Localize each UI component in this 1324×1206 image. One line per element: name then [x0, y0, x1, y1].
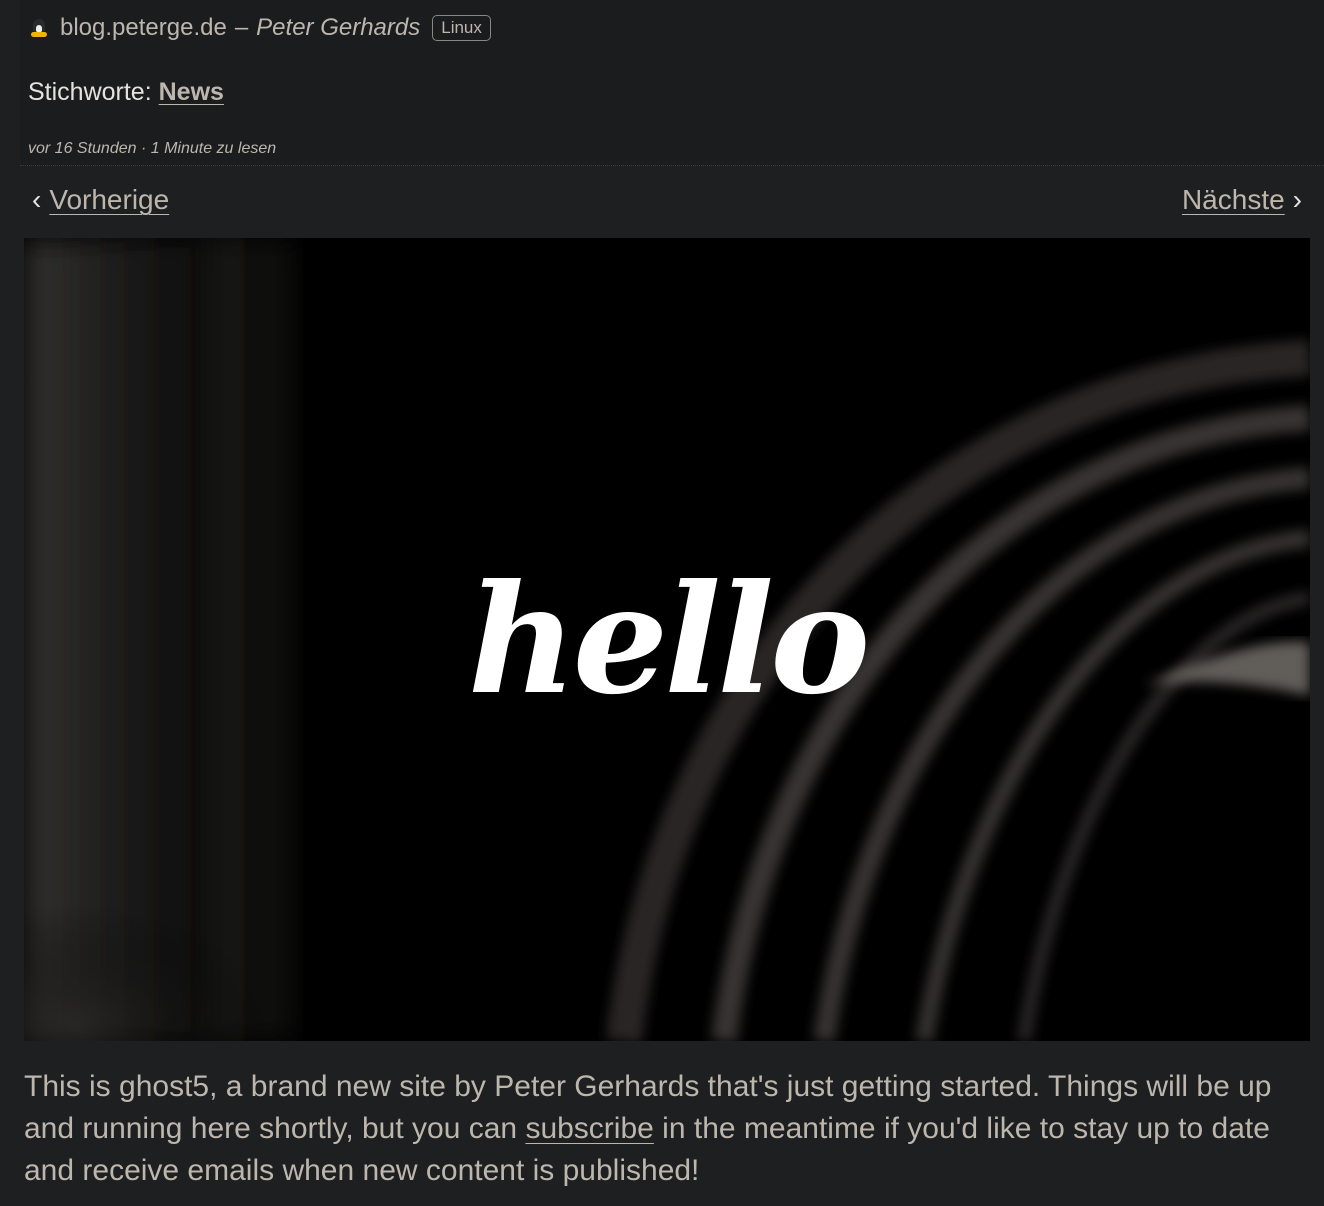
next-post-link[interactable]: Nächste: [1182, 184, 1285, 215]
tags-label: Stichworte:: [28, 78, 152, 106]
post-meta: vor 16 Stunden · 1 Minute zu lesen: [28, 140, 277, 157]
previous-post-nav: ‹ Vorherige: [24, 184, 169, 216]
page: blog.peterge.de – Peter Gerhards Linux S…: [0, 0, 1324, 1206]
article-body: This is ghost5, a brand new site by Pete…: [24, 1066, 1310, 1192]
tags-line: Stichworte: News: [28, 78, 224, 107]
tag-link-news[interactable]: News: [159, 78, 224, 106]
hero-hello-text: hello: [467, 551, 871, 728]
feed-item-header: blog.peterge.de – Peter Gerhards Linux S…: [20, 0, 1324, 166]
subscribe-link[interactable]: subscribe: [525, 1112, 653, 1145]
post-navigation: ‹ Vorherige Nächste ›: [24, 180, 1310, 220]
category-badge[interactable]: Linux: [432, 15, 491, 41]
separator: –: [234, 14, 249, 41]
hero-image: hello: [24, 238, 1310, 1041]
tux-penguin-icon: [30, 17, 48, 39]
previous-post-link[interactable]: Vorherige: [49, 184, 169, 215]
site-name[interactable]: blog.peterge.de: [60, 14, 227, 42]
next-post-nav: Nächste ›: [1182, 184, 1310, 216]
source-line: blog.peterge.de – Peter Gerhards Linux: [30, 14, 491, 42]
chevron-left-icon: ‹: [32, 184, 42, 215]
author-name: Peter Gerhards: [256, 14, 421, 41]
chevron-right-icon: ›: [1292, 184, 1302, 215]
